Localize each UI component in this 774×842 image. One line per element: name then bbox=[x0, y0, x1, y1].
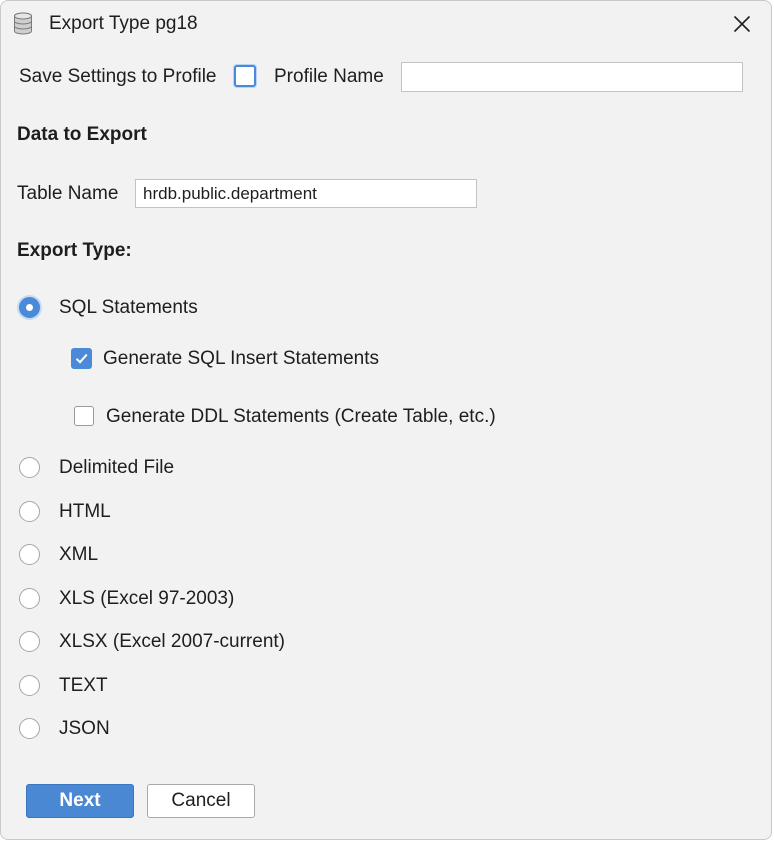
save-settings-label: Save Settings to Profile bbox=[19, 66, 217, 87]
checkmark-icon bbox=[75, 353, 88, 364]
database-icon bbox=[13, 12, 33, 36]
table-name-input[interactable] bbox=[135, 179, 477, 208]
radio-label-xls: XLS (Excel 97-2003) bbox=[59, 588, 235, 609]
radio-label-delimited-file: Delimited File bbox=[59, 457, 175, 478]
generate-sql-insert-checkbox[interactable] bbox=[71, 348, 92, 369]
radio-delimited-file[interactable] bbox=[19, 457, 40, 478]
generate-ddl-label: Generate DDL Statements (Create Table, e… bbox=[106, 406, 496, 427]
export-type-heading: Export Type: bbox=[17, 240, 132, 261]
window-title: Export Type pg18 bbox=[49, 13, 198, 34]
next-button[interactable]: Next bbox=[26, 784, 134, 818]
cancel-button[interactable]: Cancel bbox=[147, 784, 255, 818]
profile-name-input[interactable] bbox=[401, 62, 743, 92]
radio-xlsx[interactable] bbox=[19, 631, 40, 652]
radio-html[interactable] bbox=[19, 501, 40, 522]
radio-label-xml: XML bbox=[59, 544, 99, 565]
close-button[interactable] bbox=[727, 9, 757, 39]
radio-sql-statements[interactable] bbox=[19, 297, 40, 318]
radio-json[interactable] bbox=[19, 718, 40, 739]
close-icon bbox=[733, 15, 751, 33]
radio-label-html: HTML bbox=[59, 501, 111, 522]
data-to-export-heading: Data to Export bbox=[17, 124, 147, 145]
export-type-dialog: Export Type pg18 Save Settings to Profil… bbox=[0, 0, 772, 840]
table-name-label: Table Name bbox=[17, 183, 119, 204]
radio-label-json: JSON bbox=[59, 718, 110, 739]
radio-label-text: TEXT bbox=[59, 675, 108, 696]
radio-text[interactable] bbox=[19, 675, 40, 696]
radio-xml[interactable] bbox=[19, 544, 40, 565]
generate-sql-insert-label: Generate SQL Insert Statements bbox=[103, 348, 379, 369]
radio-label-xlsx: XLSX (Excel 2007-current) bbox=[59, 631, 285, 652]
profile-name-label: Profile Name bbox=[274, 66, 384, 87]
generate-ddl-checkbox[interactable] bbox=[74, 406, 94, 426]
save-settings-checkbox[interactable] bbox=[234, 65, 256, 87]
radio-xls[interactable] bbox=[19, 588, 40, 609]
radio-label-sql-statements: SQL Statements bbox=[59, 297, 198, 318]
